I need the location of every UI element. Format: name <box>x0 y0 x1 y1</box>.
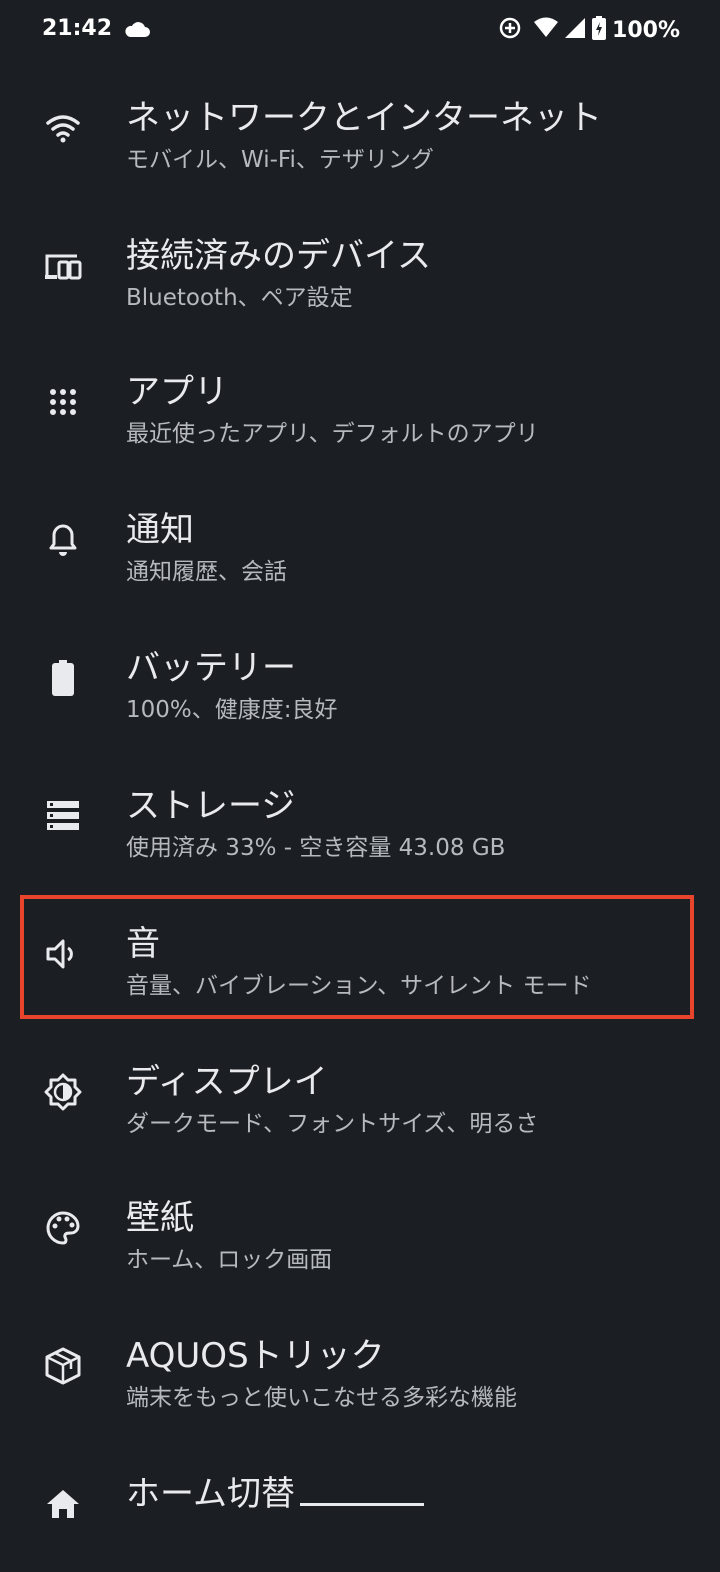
settings-item-sound[interactable]: 音 音量、バイブレーション、サイレント モード <box>0 886 720 1022</box>
settings-item-notifications[interactable]: 通知 通知履歴、会話 <box>0 472 720 608</box>
settings-item-title: ネットワークとインターネット <box>126 98 602 138</box>
settings-item-aquos-trick[interactable]: AQUOSトリック 端末をもっと使いこなせる多彩な機能 <box>0 1298 720 1434</box>
settings-item-title: AQUOSトリック <box>126 1336 385 1376</box>
status-time: 21:42 <box>42 16 113 41</box>
battery-charging-icon <box>592 16 607 44</box>
aquos-cube-icon <box>42 1345 84 1387</box>
settings-item-subtitle: 最近使ったアプリ、デフォルトのアプリ <box>126 421 539 447</box>
cloud-icon <box>124 20 150 42</box>
settings-item-subtitle: モバイル、Wi-Fi、テザリング <box>126 147 434 173</box>
home-icon <box>42 1483 84 1525</box>
settings-item-storage[interactable]: ストレージ 使用済み 33% - 空き容量 43.08 GB <box>0 748 720 884</box>
wifi-icon <box>42 107 84 149</box>
settings-item-subtitle: ダークモード、フォントサイズ、明るさ <box>126 1111 539 1137</box>
status-icons: 100% <box>498 14 680 46</box>
wifi-icon <box>534 17 559 43</box>
settings-item-subtitle: ホーム、ロック画面 <box>126 1247 333 1273</box>
settings-item-title: 接続済みのデバイス <box>126 236 431 276</box>
palette-icon <box>42 1207 84 1249</box>
storage-icon <box>42 795 84 837</box>
devices-icon <box>42 245 84 287</box>
settings-item-title: 音 <box>126 924 160 964</box>
settings-item-connected-devices[interactable]: 接続済みのデバイス Bluetooth、ペア設定 <box>0 198 720 334</box>
data-saver-icon <box>498 16 522 44</box>
signal-icon <box>564 17 586 43</box>
settings-item-wallpaper[interactable]: 壁紙 ホーム、ロック画面 <box>0 1160 720 1296</box>
settings-item-subtitle: 100%、健康度:良好 <box>126 697 338 723</box>
settings-item-subtitle: Bluetooth、ペア設定 <box>126 285 353 311</box>
brightness-icon <box>42 1071 84 1113</box>
settings-item-subtitle: 端末をもっと使いこなせる多彩な機能 <box>126 1385 517 1411</box>
settings-item-network[interactable]: ネットワークとインターネット モバイル、Wi-Fi、テザリング <box>0 60 720 196</box>
settings-item-title: 壁紙 <box>126 1198 194 1238</box>
settings-item-title: バッテリー <box>126 648 296 688</box>
settings-item-title: ストレージ <box>126 786 296 826</box>
settings-item-subtitle: 通知履歴、会話 <box>126 559 287 585</box>
settings-item-display[interactable]: ディスプレイ ダークモード、フォントサイズ、明るさ <box>0 1024 720 1160</box>
battery-icon <box>42 657 84 699</box>
settings-item-apps[interactable]: アプリ 最近使ったアプリ、デフォルトのアプリ <box>0 334 720 470</box>
settings-item-battery[interactable]: バッテリー 100%、健康度:良好 <box>0 610 720 746</box>
settings-item-title: アプリ <box>126 372 228 412</box>
settings-item-subtitle: 使用済み 33% - 空き容量 43.08 GB <box>126 835 506 861</box>
settings-item-title: 通知 <box>126 510 194 550</box>
settings-item-title: ディスプレイ <box>126 1062 328 1102</box>
battery-percentage: 100% <box>612 17 680 43</box>
status-bar: 21:42 100% <box>0 0 720 60</box>
apps-grid-icon <box>42 381 84 423</box>
bell-icon <box>42 519 84 561</box>
settings-item-subtitle: 音量、バイブレーション、サイレント モード <box>126 973 592 999</box>
volume-icon <box>42 933 84 975</box>
settings-item-title: ホーム切替 <box>126 1474 295 1514</box>
gesture-nav-bar[interactable] <box>300 1503 424 1506</box>
